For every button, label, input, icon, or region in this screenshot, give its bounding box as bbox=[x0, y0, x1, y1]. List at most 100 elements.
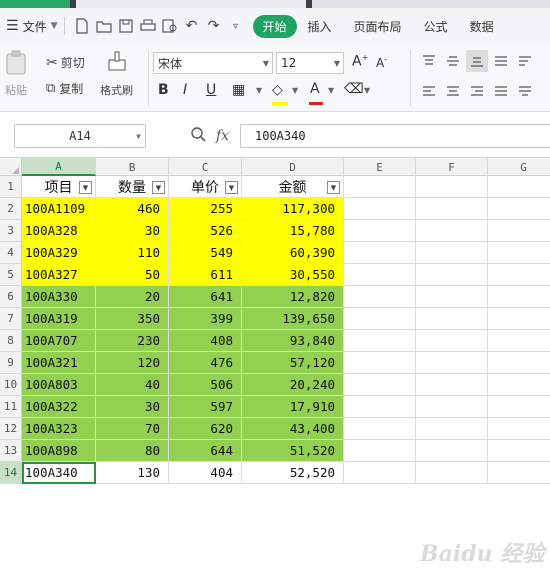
data-cell-b[interactable]: 350 bbox=[96, 308, 169, 330]
data-cell-a[interactable]: 100A803 bbox=[22, 374, 96, 396]
align-right-icon[interactable] bbox=[466, 80, 488, 102]
empty-cell[interactable] bbox=[344, 330, 416, 352]
chevron-down-icon[interactable]: ▼ bbox=[328, 86, 334, 95]
row-header[interactable]: 10 bbox=[0, 374, 22, 396]
empty-cell[interactable] bbox=[488, 286, 550, 308]
fill-color-icon[interactable]: ◇ bbox=[272, 82, 283, 98]
data-cell-b[interactable]: 40 bbox=[96, 374, 169, 396]
data-cell-d[interactable]: 139,650 bbox=[242, 308, 344, 330]
empty-cell[interactable] bbox=[344, 286, 416, 308]
row-header[interactable]: 14 bbox=[0, 462, 22, 484]
empty-cell[interactable] bbox=[488, 352, 550, 374]
data-cell-b[interactable]: 230 bbox=[96, 330, 169, 352]
cut-button[interactable]: ✂ 剪切 bbox=[46, 54, 85, 71]
empty-cell[interactable] bbox=[488, 198, 550, 220]
data-cell-d[interactable]: 12,820 bbox=[242, 286, 344, 308]
font-name-select[interactable]: 宋体 ▼ bbox=[153, 52, 273, 74]
open-folder-icon[interactable] bbox=[93, 15, 115, 37]
redo-icon[interactable]: ↷ bbox=[203, 15, 225, 37]
data-cell-c[interactable]: 404 bbox=[169, 462, 242, 484]
align-middle-icon[interactable] bbox=[442, 50, 464, 72]
data-cell-a[interactable]: 100A1109 bbox=[22, 198, 96, 220]
empty-cell[interactable] bbox=[344, 418, 416, 440]
empty-cell[interactable] bbox=[488, 330, 550, 352]
empty-cell[interactable] bbox=[416, 242, 488, 264]
data-cell-b[interactable]: 130 bbox=[96, 462, 169, 484]
print-icon[interactable] bbox=[137, 15, 159, 37]
row-header[interactable]: 9 bbox=[0, 352, 22, 374]
font-color-icon[interactable]: A bbox=[310, 81, 320, 97]
data-cell-d[interactable]: 60,390 bbox=[242, 242, 344, 264]
empty-cell[interactable] bbox=[416, 198, 488, 220]
copy-button[interactable]: ⧉ 复制 bbox=[46, 80, 83, 97]
empty-cell[interactable] bbox=[344, 264, 416, 286]
data-cell-c[interactable]: 620 bbox=[169, 418, 242, 440]
data-cell-b[interactable]: 80 bbox=[96, 440, 169, 462]
filter-dropdown-icon[interactable]: ▼ bbox=[152, 181, 165, 194]
zoom-icon[interactable] bbox=[190, 126, 206, 145]
new-document-icon[interactable] bbox=[71, 15, 93, 37]
data-cell-b[interactable]: 120 bbox=[96, 352, 169, 374]
document-tab[interactable] bbox=[76, 0, 306, 8]
data-cell-b[interactable]: 50 bbox=[96, 264, 169, 286]
row-header[interactable]: 5 bbox=[0, 264, 22, 286]
data-cell-b[interactable]: 70 bbox=[96, 418, 169, 440]
empty-cell[interactable] bbox=[344, 176, 416, 198]
column-header-a[interactable]: A bbox=[22, 158, 96, 176]
name-box[interactable]: A14 ▼ bbox=[14, 124, 146, 148]
header-cell-quantity[interactable]: 数量 ▼ bbox=[96, 176, 169, 198]
row-header[interactable]: 8 bbox=[0, 330, 22, 352]
empty-cell[interactable] bbox=[416, 286, 488, 308]
file-menu[interactable]: ☰ 文件 ▼ bbox=[6, 18, 58, 35]
data-cell-a[interactable]: 100A329 bbox=[22, 242, 96, 264]
filter-dropdown-icon[interactable]: ▼ bbox=[327, 181, 340, 194]
data-cell-c[interactable]: 506 bbox=[169, 374, 242, 396]
column-header-e[interactable]: E bbox=[344, 158, 416, 176]
row-header[interactable]: 12 bbox=[0, 418, 22, 440]
data-cell-c[interactable]: 611 bbox=[169, 264, 242, 286]
empty-cell[interactable] bbox=[488, 374, 550, 396]
print-preview-icon[interactable] bbox=[159, 15, 181, 37]
format-painter-button[interactable]: 格式刷 bbox=[100, 50, 133, 98]
decrease-font-icon[interactable]: A- bbox=[376, 55, 387, 70]
empty-cell[interactable] bbox=[344, 396, 416, 418]
data-cell-a[interactable]: 100A340 bbox=[22, 462, 96, 484]
header-cell-unit-price[interactable]: 单价 ▼ bbox=[169, 176, 242, 198]
bold-button[interactable]: B bbox=[158, 82, 169, 98]
empty-cell[interactable] bbox=[344, 198, 416, 220]
align-center-icon[interactable] bbox=[442, 80, 464, 102]
empty-cell[interactable] bbox=[488, 418, 550, 440]
column-header-f[interactable]: F bbox=[416, 158, 488, 176]
empty-cell[interactable] bbox=[344, 374, 416, 396]
data-cell-c[interactable]: 476 bbox=[169, 352, 242, 374]
empty-cell[interactable] bbox=[344, 242, 416, 264]
chevron-down-icon[interactable]: ▼ bbox=[364, 86, 370, 95]
empty-cell[interactable] bbox=[416, 220, 488, 242]
data-cell-d[interactable]: 93,840 bbox=[242, 330, 344, 352]
empty-cell[interactable] bbox=[488, 462, 550, 484]
empty-cell[interactable] bbox=[344, 352, 416, 374]
data-cell-c[interactable]: 597 bbox=[169, 396, 242, 418]
data-cell-c[interactable]: 255 bbox=[169, 198, 242, 220]
column-header-c[interactable]: C bbox=[169, 158, 242, 176]
row-header[interactable]: 11 bbox=[0, 396, 22, 418]
empty-cell[interactable] bbox=[416, 462, 488, 484]
tab-insert[interactable]: 插入 bbox=[297, 18, 343, 35]
data-cell-d[interactable]: 43,400 bbox=[242, 418, 344, 440]
data-cell-a[interactable]: 100A322 bbox=[22, 396, 96, 418]
justify-icon[interactable] bbox=[490, 80, 512, 102]
data-cell-d[interactable]: 51,520 bbox=[242, 440, 344, 462]
empty-cell[interactable] bbox=[416, 440, 488, 462]
header-cell-amount[interactable]: 金额 ▼ bbox=[242, 176, 344, 198]
filter-dropdown-icon[interactable]: ▼ bbox=[79, 181, 92, 194]
undo-icon[interactable]: ↶ bbox=[181, 15, 203, 37]
filter-dropdown-icon[interactable]: ▼ bbox=[225, 181, 238, 194]
underline-button[interactable]: U bbox=[206, 82, 216, 98]
data-cell-c[interactable]: 408 bbox=[169, 330, 242, 352]
tab-start[interactable]: 开始 bbox=[252, 14, 297, 38]
chevron-down-icon[interactable]: ▼ bbox=[292, 86, 298, 95]
empty-cell[interactable] bbox=[344, 220, 416, 242]
customize-toolbar-icon[interactable]: ▿ bbox=[225, 15, 247, 37]
data-cell-b[interactable]: 30 bbox=[96, 220, 169, 242]
empty-cell[interactable] bbox=[488, 264, 550, 286]
